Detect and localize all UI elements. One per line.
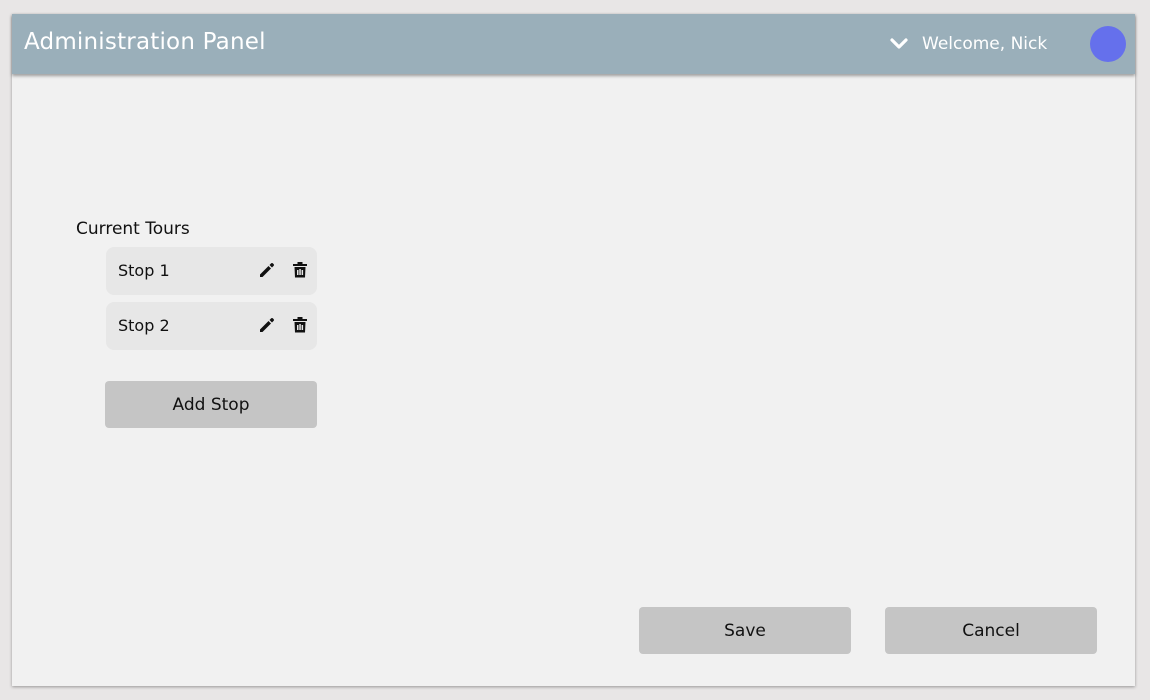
cancel-button[interactable]: Cancel (885, 607, 1097, 654)
page-title: Administration Panel (24, 29, 266, 55)
stop-list: Stop 1 Stop 2 (106, 247, 317, 357)
add-stop-button[interactable]: Add Stop (105, 381, 317, 428)
welcome-text: Welcome, Nick (922, 34, 1048, 54)
list-item: Stop 1 (106, 247, 317, 295)
trash-icon[interactable] (292, 316, 308, 334)
avatar[interactable] (1090, 26, 1126, 62)
save-button[interactable]: Save (639, 607, 851, 654)
chevron-down-icon[interactable] (888, 33, 910, 55)
current-tours-heading: Current Tours (76, 219, 190, 239)
app-header: Administration Panel Welcome, Nick (12, 14, 1135, 74)
user-menu-toggle[interactable]: Welcome, Nick (888, 32, 1047, 56)
pencil-icon[interactable] (258, 261, 276, 279)
admin-window: Administration Panel Welcome, Nick Curre… (12, 14, 1135, 686)
list-item: Stop 2 (106, 302, 317, 350)
pencil-icon[interactable] (258, 316, 276, 334)
trash-icon[interactable] (292, 261, 308, 279)
stop-label: Stop 2 (118, 316, 170, 335)
stop-label: Stop 1 (118, 261, 170, 280)
